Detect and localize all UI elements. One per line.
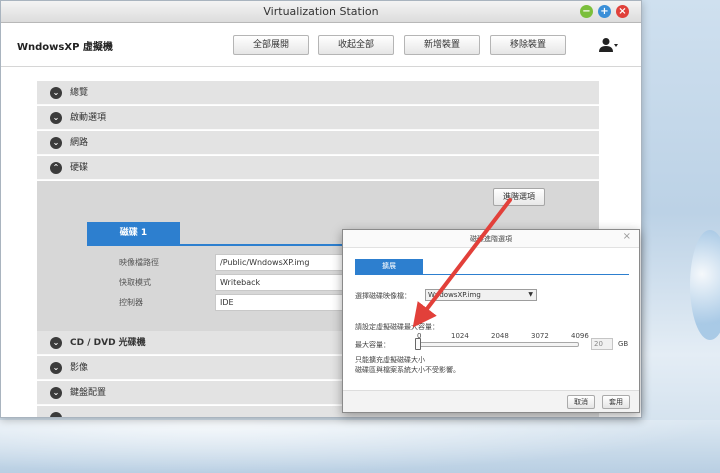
desktop-decoration (690, 230, 720, 340)
section-label: 鍵盤配置 (70, 388, 107, 398)
tab-underline (355, 274, 629, 275)
image-select[interactable]: WndowsXP.img ▼ (425, 289, 537, 301)
size-heading: 請設定虛擬磁碟最大容量： (355, 323, 439, 331)
maximize-icon[interactable]: + (598, 5, 611, 18)
note-text: 只能擴充虛擬磁碟大小 (355, 356, 425, 364)
vm-header: WndowsXP 虛擬機 全部展開 收起全部 新增裝置 移除裝置 (1, 23, 641, 67)
expand-all-button[interactable]: 全部展開 (233, 35, 309, 55)
close-icon[interactable]: × (623, 231, 631, 242)
size-slider-track[interactable] (419, 342, 579, 347)
tab-expand[interactable]: 擴展 (355, 259, 423, 274)
field-label: 快取模式 (119, 278, 151, 287)
apply-button[interactable]: 套用 (602, 395, 630, 409)
section-label: 硬碟 (70, 163, 89, 173)
remove-device-button[interactable]: 移除裝置 (490, 35, 566, 55)
dialog-title: 磁碟進階選項 (343, 230, 639, 248)
section-hard-disk[interactable]: ⌃ 硬碟 (37, 156, 599, 180)
window-controls: − + × (580, 5, 629, 18)
add-device-button[interactable]: 新增裝置 (404, 35, 480, 55)
dropdown-arrow-icon: ▼ (528, 291, 533, 298)
section-label: CD / DVD 光碟機 (70, 338, 146, 348)
user-menu-icon[interactable] (599, 37, 619, 53)
advanced-options-button[interactable]: 進階選項 (493, 188, 545, 206)
field-label: 映像檔路徑 (119, 258, 159, 267)
note-text: 磁碟區與檔案系統大小不受影響。 (355, 366, 460, 374)
size-label: 最大容量： (355, 341, 390, 349)
chevron-up-icon: ⌃ (50, 162, 62, 174)
section-label: 啟動選項 (70, 113, 107, 123)
section-label: 網路 (70, 138, 89, 148)
size-input[interactable]: 20 (591, 338, 613, 350)
chevron-down-icon: ⌄ (50, 387, 62, 399)
desktop-background (0, 420, 720, 473)
vm-title: WndowsXP 虛擬機 (17, 42, 113, 53)
size-slider-handle[interactable] (415, 338, 421, 350)
tick-label: 1024 (451, 332, 469, 340)
section-overview[interactable]: ⌄ 總覽 (37, 81, 599, 105)
collapse-all-button[interactable]: 收起全部 (318, 35, 394, 55)
chevron-down-icon: ⌄ (50, 137, 62, 149)
field-label: 控制器 (119, 298, 143, 307)
tick-label: 3072 (531, 332, 549, 340)
section-network[interactable]: ⌄ 網路 (37, 131, 599, 155)
chevron-down-icon: ⌄ (50, 362, 62, 374)
tab-disk-1[interactable]: 磁碟 1 (87, 222, 180, 244)
chevron-down-icon: ⌄ (50, 87, 62, 99)
chevron-down-icon: ⌄ (50, 337, 62, 349)
size-unit: GB (618, 340, 629, 348)
dialog-footer: 取消 套用 (343, 390, 639, 412)
title-bar: Virtualization Station − + × (1, 1, 641, 23)
disk-advanced-dialog: 磁碟進階選項 × 擴展 選擇磁碟映像檔： WndowsXP.img ▼ 請設定虛… (342, 229, 640, 413)
image-select-label: 選擇磁碟映像檔： (355, 292, 411, 300)
section-label: 影像 (70, 363, 89, 373)
chevron-down-icon: ⌄ (50, 112, 62, 124)
section-label: 總覽 (70, 88, 89, 98)
tick-label: 4096 (571, 332, 589, 340)
cancel-button[interactable]: 取消 (567, 395, 595, 409)
section-boot-options[interactable]: ⌄ 啟動選項 (37, 106, 599, 130)
tick-label: 2048 (491, 332, 509, 340)
window-title: Virtualization Station (263, 5, 379, 18)
minimize-icon[interactable]: − (580, 5, 593, 18)
close-icon[interactable]: × (616, 5, 629, 18)
image-select-value: WndowsXP.img (428, 291, 481, 299)
chevron-down-icon: ⌄ (50, 412, 62, 417)
